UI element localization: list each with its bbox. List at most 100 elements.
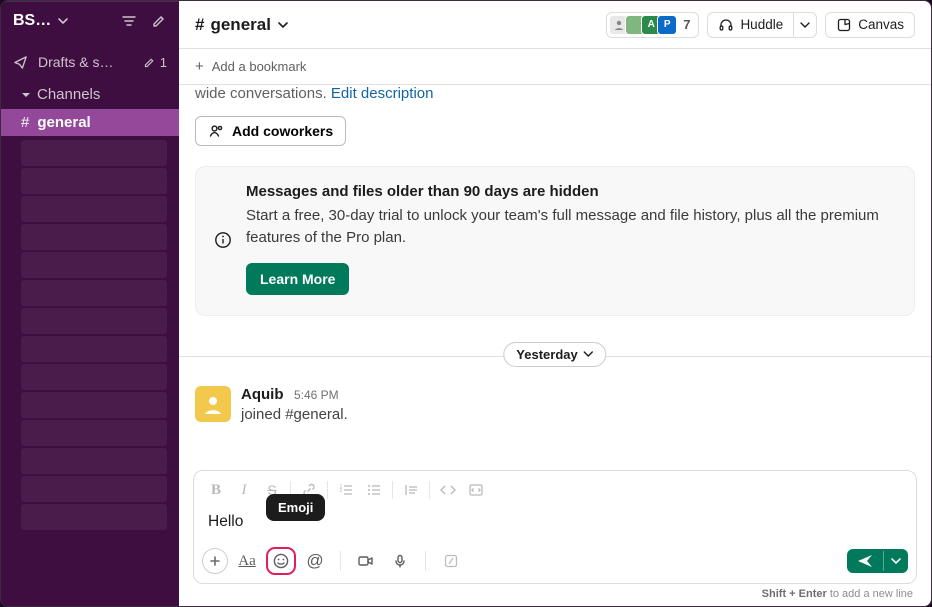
notice-body: Start a free, 30-day trial to unlock you… [246,205,896,249]
toolbar-separator [392,481,393,499]
blurred-item [21,392,167,418]
workspace-header[interactable]: BS… [1,2,179,40]
hash-icon: # [21,114,29,131]
send-button-group [847,549,908,573]
canvas-label: Canvas [858,17,904,32]
huddle-button[interactable]: Huddle [707,12,794,38]
message-sender[interactable]: Aquib [241,386,284,403]
description-text: wide conversations. [195,85,331,102]
blurred-item [21,224,167,250]
upgrade-notice: Messages and files older than 90 days ar… [195,166,915,316]
avatar: P [657,15,677,35]
blurred-item [21,364,167,390]
blurred-item [21,476,167,502]
composer: B I S 12 [193,470,917,584]
message-body: joined #general. [241,406,348,423]
channel-header: # general A P 7 [179,1,931,49]
avatar[interactable] [195,386,231,422]
drafts-count: 1 [160,55,167,70]
huddle-caret[interactable] [794,12,817,38]
blurred-item [21,336,167,362]
learn-more-button[interactable]: Learn More [246,263,349,295]
members-button[interactable]: A P 7 [606,12,699,38]
hint-rest: to add a new line [827,588,913,600]
message-row: Aquib 5:46 PM joined #general. [195,386,915,423]
hash-icon: # [195,15,204,35]
message-scroll-area: wide conversations. Edit description Add… [179,85,931,470]
emoji-tooltip: Emoji [266,494,325,521]
blockquote-button[interactable] [397,477,425,503]
caret-down-icon [21,90,31,100]
drafts-label: Drafts & s… [38,54,113,70]
code-block-button[interactable] [462,477,490,503]
formatting-toggle-button[interactable]: Aa [232,547,262,575]
shortcuts-button[interactable] [436,547,466,575]
italic-button[interactable]: I [230,477,258,503]
blurred-item [21,504,167,530]
composer-hint: Shift + Enter to add a new line [193,584,917,600]
message-time[interactable]: 5:46 PM [294,388,339,402]
blurred-item [21,196,167,222]
channels-section-header[interactable]: Channels [1,76,179,109]
workspace-name: BS… [13,12,51,30]
channel-title-button[interactable]: # general [195,15,289,35]
blurred-item [21,280,167,306]
sidebar: BS… Drafts & s… [1,1,179,606]
send-options-button[interactable] [883,551,908,571]
mention-button[interactable]: @ [300,547,330,575]
plus-icon: + [195,59,204,74]
code-button[interactable] [434,477,462,503]
canvas-icon [836,17,852,33]
channel-general-label: general [37,114,90,131]
video-button[interactable] [351,547,381,575]
audio-button[interactable] [385,547,415,575]
tooltip-text: Emoji [278,500,313,515]
blurred-item [21,140,167,166]
add-bookmark-label: Add a bookmark [212,59,307,74]
attach-button[interactable] [202,548,228,574]
svg-text:2: 2 [340,488,343,494]
drafts-row[interactable]: Drafts & s… 1 [1,48,179,76]
send-icon [13,55,28,70]
blurred-item [21,308,167,334]
date-divider: Yesterday [195,346,915,366]
filter-icon[interactable] [121,13,137,29]
blurred-item [21,168,167,194]
toolbar-separator [340,551,341,571]
date-divider-button[interactable]: Yesterday [503,342,606,367]
composer-bottom-bar: Aa @ [194,541,916,583]
pencil-icon [143,56,156,69]
blurred-item [21,420,167,446]
composer-area: B I S 12 [179,470,931,606]
sidebar-blurred-items [1,140,179,606]
chevron-down-icon [584,349,594,359]
channel-title-text: general [210,15,270,35]
add-coworkers-button[interactable]: Add coworkers [195,116,346,146]
huddle-label: Huddle [740,17,783,32]
toolbar-separator [429,481,430,499]
hint-shortcut: Shift + Enter [762,588,827,600]
ordered-list-button[interactable]: 12 [332,477,360,503]
add-coworkers-label: Add coworkers [232,123,333,139]
channel-general[interactable]: # general [1,109,179,136]
chevron-down-icon [57,15,69,27]
bookmarks-bar[interactable]: + Add a bookmark [179,49,931,85]
edit-description-link[interactable]: Edit description [331,85,434,102]
emoji-button[interactable] [266,547,296,575]
toolbar-separator [425,551,426,571]
canvas-button[interactable]: Canvas [825,12,915,38]
send-button[interactable] [847,549,883,573]
channels-label: Channels [37,86,100,103]
composer-text: Hello [208,513,243,530]
channel-description: wide conversations. Edit description [195,85,915,102]
bullet-list-button[interactable] [360,477,388,503]
info-icon [214,183,232,295]
blurred-item [21,448,167,474]
app-root: BS… Drafts & s… [0,0,932,607]
bold-button[interactable]: B [202,477,230,503]
main-panel: # general A P 7 [179,1,931,606]
blurred-item [21,252,167,278]
compose-icon[interactable] [151,13,167,29]
chevron-down-icon [277,19,289,31]
notice-title: Messages and files older than 90 days ar… [246,183,599,200]
